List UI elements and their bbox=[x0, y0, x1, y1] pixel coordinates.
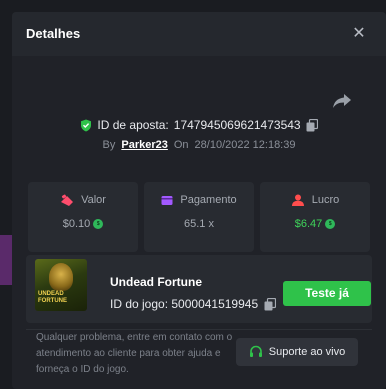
bet-id-label: ID de aposta: bbox=[97, 118, 169, 132]
play-demo-button[interactable]: Teste já bbox=[283, 281, 371, 306]
modal-title: Detalhes bbox=[26, 26, 81, 41]
stat-card-valor: Valor $0.10 $ bbox=[28, 182, 138, 252]
stat-value-row: $6.47 $ bbox=[260, 218, 370, 230]
stat-card-pagamento: Pagamento 65.1 x bbox=[144, 182, 254, 252]
stat-label: Valor bbox=[81, 194, 106, 206]
modal-header: Detalhes ✕ bbox=[12, 12, 386, 56]
live-support-label: Suporte ao vivo bbox=[268, 346, 346, 358]
close-icon[interactable]: ✕ bbox=[350, 25, 368, 43]
stat-label: Lucro bbox=[311, 194, 340, 206]
copy-icon[interactable] bbox=[306, 118, 318, 132]
help-text: Qualquer problema, entre em contato com … bbox=[36, 332, 233, 375]
details-modal: Detalhes ✕ ID de aposta: 174794506962147… bbox=[12, 12, 386, 389]
on-label: On bbox=[173, 139, 189, 151]
wallet-icon bbox=[161, 195, 173, 205]
cash-icon bbox=[61, 194, 74, 206]
headset-icon bbox=[249, 345, 262, 357]
stat-header: Lucro bbox=[260, 194, 370, 206]
stat-value: $0.10 bbox=[62, 218, 91, 230]
bet-date: 28/10/2022 12:18:39 bbox=[194, 139, 296, 151]
game-id-row: ID do jogo: 5000041519945 bbox=[110, 297, 277, 311]
stat-value: $6.47 bbox=[294, 218, 323, 230]
shield-check-icon bbox=[81, 119, 92, 131]
share-icon[interactable] bbox=[332, 92, 352, 110]
game-thumbnail[interactable]: UNDEAD FORTUNE bbox=[35, 259, 87, 311]
username-link[interactable]: Parker23 bbox=[121, 139, 168, 151]
game-card: UNDEAD FORTUNE Undead Fortune ID do jogo… bbox=[26, 255, 372, 323]
stat-header: Valor bbox=[28, 194, 138, 206]
stat-card-lucro: Lucro $6.47 $ bbox=[260, 182, 370, 252]
backdrop-banner bbox=[0, 235, 12, 285]
game-name: Undead Fortune bbox=[110, 275, 202, 289]
coin-icon: $ bbox=[325, 219, 336, 229]
stat-label: Pagamento bbox=[180, 194, 237, 206]
bet-id-row: ID de aposta: 1747945069621473543 bbox=[12, 116, 386, 134]
stat-header: Pagamento bbox=[144, 194, 254, 206]
game-thumbnail-figure bbox=[49, 263, 73, 291]
stat-value: 65.1 x bbox=[184, 218, 214, 230]
profit-user-icon bbox=[291, 194, 304, 206]
bet-meta-row: By Parker23 On 28/10/2022 12:18:39 bbox=[12, 137, 386, 153]
by-label: By bbox=[102, 139, 116, 151]
coin-icon: $ bbox=[93, 219, 104, 229]
stat-value-row: $0.10 $ bbox=[28, 218, 138, 230]
copy-icon[interactable] bbox=[264, 297, 277, 311]
live-support-button[interactable]: Suporte ao vivo bbox=[236, 338, 358, 366]
game-thumbnail-logo: UNDEAD FORTUNE bbox=[38, 291, 67, 304]
stat-value-row: 65.1 x bbox=[144, 218, 254, 230]
game-id: ID do jogo: 5000041519945 bbox=[110, 297, 259, 311]
bet-id-value: 1747945069621473543 bbox=[173, 118, 301, 132]
